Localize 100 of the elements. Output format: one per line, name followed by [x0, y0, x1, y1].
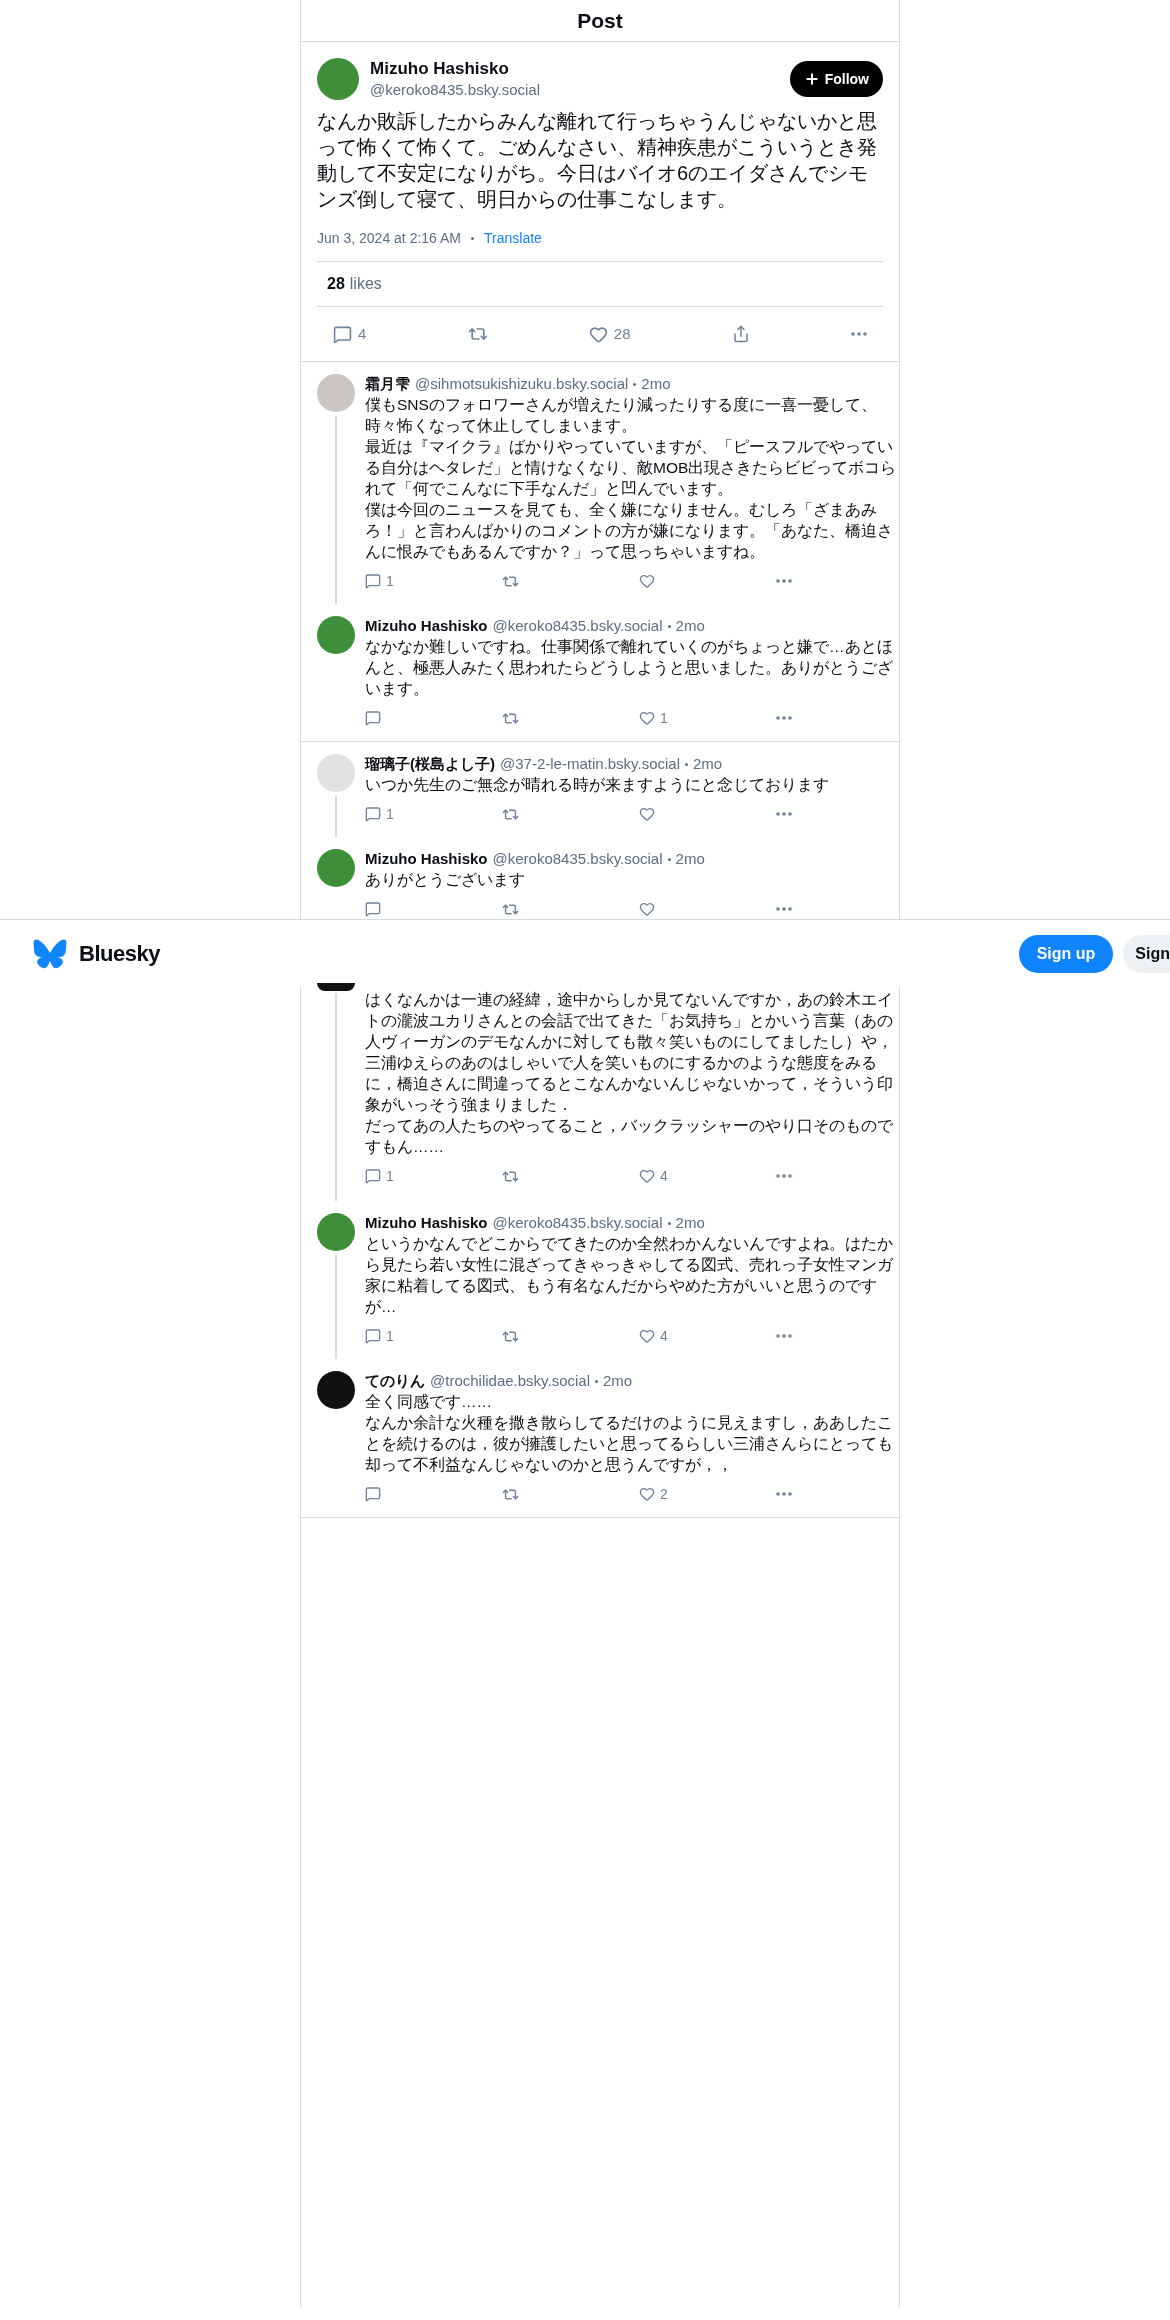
author-handle[interactable]: @keroko8435.bsky.social: [492, 1213, 663, 1233]
post-time[interactable]: 2mo: [641, 374, 671, 394]
comment-icon: [333, 324, 352, 344]
author-handle[interactable]: @37-2-le-matin.bsky.social: [500, 754, 680, 774]
more-icon: [776, 579, 792, 583]
reply-count: 1: [386, 804, 394, 824]
comment-icon: [365, 710, 381, 726]
reply-button[interactable]: [365, 710, 381, 726]
reply-count: 1: [386, 1326, 394, 1346]
share-button[interactable]: [731, 325, 750, 343]
heart-icon: [639, 1328, 655, 1344]
author-handle[interactable]: @trochilidae.bsky.social: [430, 1371, 590, 1391]
more-button[interactable]: [776, 1492, 792, 1496]
signin-button[interactable]: Sign: [1123, 934, 1170, 973]
like-button[interactable]: 28: [588, 322, 631, 346]
more-icon: [776, 907, 792, 911]
reply-button[interactable]: 1: [365, 1325, 394, 1347]
like-button[interactable]: 1: [639, 707, 668, 729]
more-icon: [776, 716, 792, 720]
heart-icon: [639, 901, 655, 917]
more-button[interactable]: [776, 1174, 792, 1178]
heart-icon: [639, 573, 655, 589]
author-name[interactable]: 霜月雫: [365, 374, 410, 394]
more-icon: [776, 1492, 792, 1496]
reply-text: 僕もSNSのフォロワーさんが増えたり減ったりする度に一喜一憂して、時々怖くなって休止してしまいます。: [365, 395, 878, 436]
heart-icon: [639, 710, 655, 726]
page-title: Post: [577, 7, 623, 34]
author-name[interactable]: 瑠璃子(桜島よし子): [365, 754, 495, 774]
follow-button[interactable]: Follow: [789, 61, 883, 97]
more-button[interactable]: [776, 812, 792, 816]
signup-button[interactable]: Sign up: [1018, 934, 1114, 973]
reply-text: ありがとうございます: [365, 870, 526, 890]
comment-icon: [365, 1168, 381, 1184]
like-button[interactable]: 4: [639, 1165, 668, 1187]
more-button[interactable]: [776, 716, 792, 720]
reply-button[interactable]: 1: [365, 1165, 394, 1187]
avatar[interactable]: [317, 1371, 355, 1409]
reply-count: 1: [386, 1166, 394, 1186]
comment-icon: [365, 1328, 381, 1344]
reply-button[interactable]: 1: [365, 570, 394, 592]
more-button[interactable]: [850, 332, 867, 336]
author-name[interactable]: Mizuho Hashisko: [365, 849, 488, 869]
post-time[interactable]: 2mo: [603, 1371, 633, 1391]
reply-button[interactable]: 4: [333, 322, 367, 346]
like-count: 4: [660, 1326, 668, 1346]
post-time[interactable]: 2mo: [693, 754, 723, 774]
likes-label[interactable]: likes: [349, 272, 382, 296]
butterfly-logo-icon[interactable]: [33, 938, 67, 969]
like-button[interactable]: 4: [639, 1325, 668, 1347]
like-button[interactable]: 2: [639, 1483, 668, 1505]
author-name[interactable]: Mizuho Hashisko: [365, 1213, 488, 1233]
comment-icon: [365, 1486, 381, 1502]
comment-icon: [365, 901, 381, 917]
like-count: 4: [660, 1166, 668, 1186]
more-button[interactable]: [776, 907, 792, 911]
post-timestamp: Jun 3, 2024 at 2:16 AM: [317, 229, 461, 248]
reply-button[interactable]: [365, 1486, 381, 1502]
avatar[interactable]: [317, 983, 355, 991]
author-name[interactable]: てのりん: [365, 1371, 425, 1391]
more-icon: [776, 812, 792, 816]
translate-link[interactable]: Translate: [484, 228, 542, 249]
reply-text: 僕は今回のニュースを見ても、全く嫌になりません。むしろ「ざまあみろ！」と言わんばかりのコメントの方が嫌になります。「あなた、橋迫さんに恨みでもあるんですか？」って思っちゃいますね。: [365, 500, 894, 562]
post-text: なんか敗訴したからみんな離れて行っちゃうんじゃないかと思って怖くて怖くて。ごめんなさい、精神疾患がこういうとき発動して不安定になりがち。今日はバイオ6のエイダさんでシモンズ倒して寝て、明日からの仕事こなします。: [317, 109, 878, 212]
reply-button[interactable]: [365, 901, 381, 917]
author-handle[interactable]: @keroko8435.bsky.social: [492, 616, 663, 636]
heart-icon: [639, 806, 655, 822]
author-handle[interactable]: @keroko8435.bsky.social: [492, 849, 663, 869]
author-handle[interactable]: @keroko8435.bsky.social: [370, 80, 779, 100]
heart-icon: [639, 1168, 655, 1184]
reply-text: なかなか難しいですね。仕事関係で離れていくのがちょっと嫌で…あとほんと、極悪人みたく思われたらどうしようと思いました。ありがとうございます。: [365, 637, 894, 699]
author-name[interactable]: Mizuho Hashisko: [365, 616, 488, 636]
reply-text: はくなんかは一連の経緯，途中からしか見てないんですか，あの鈴木エイトの瀧波ユカリさんとの会話で出てきた「お気持ち」とかいう言葉（あの人ヴィーガンのデモなんかに対しても散々笑いものにしてましたし）や，三浦ゆえらのあのはしゃいで人を笑いものにするかのような態度をみるに，橋迫さんに間違ってるとこなんかないんじゃないかって，そういう印象がいっそう強まりました．: [365, 990, 894, 1115]
more-icon: [776, 1174, 792, 1178]
likes-count[interactable]: 28: [327, 272, 345, 296]
reply-text: なんか余計な火種を撒き散らしてるだけのように見えますし，ああしたことを続けるのは，彼が擁護したいと思ってるらしい三浦さんらにとっても却って不利益なんじゃないのかと思うんですが，，: [365, 1413, 894, 1475]
post-time[interactable]: 2mo: [675, 616, 705, 636]
post-time[interactable]: 2mo: [675, 1213, 705, 1233]
post-time[interactable]: 2mo: [675, 849, 705, 869]
more-button[interactable]: [776, 579, 792, 583]
reply-text: というかなんでどこからでてきたのか全然わかんないんですよね。はたから見たら若い女性に混ざってきゃっきゃしてる図式、売れっ子女性マンガ家に粘着してる図式、もう有名なんだからやめた方がいいと思うのですが…: [365, 1234, 895, 1317]
reply-text: いつか先生のご無念が晴れる時が来ますようにと念じております: [365, 775, 830, 795]
like-button[interactable]: [639, 901, 655, 917]
like-count: 1: [660, 708, 668, 728]
heart-icon: [588, 324, 608, 344]
comment-icon: [365, 806, 381, 822]
author-name[interactable]: Mizuho Hashisko: [370, 58, 779, 80]
plus-icon: [803, 71, 820, 87]
like-button[interactable]: [639, 573, 655, 589]
reply-count: 1: [386, 571, 394, 591]
brand-name[interactable]: Bluesky: [79, 937, 160, 970]
like-count: 2: [660, 1484, 668, 1504]
reply-button[interactable]: 1: [365, 803, 394, 825]
like-button[interactable]: [639, 806, 655, 822]
comment-icon: [365, 573, 381, 589]
author-handle[interactable]: @sihmotsukishizuku.bsky.social: [415, 374, 629, 394]
share-icon: [731, 325, 750, 343]
reply-text: 最近は『マイクラ』ばかりやっていていますが、「ピースフルでやっている自分はヘタレだ」と情けなくなり、敵MOB出現さきたらビビってボコられて「何でこんなに下手なんだ」と凹んでいます。: [365, 437, 898, 499]
reply-text: だってあの人たちのやってること，バックラッシャーのやり口そのものですもん……: [365, 1116, 894, 1157]
more-button[interactable]: [776, 1334, 792, 1338]
more-icon: [776, 1334, 792, 1338]
